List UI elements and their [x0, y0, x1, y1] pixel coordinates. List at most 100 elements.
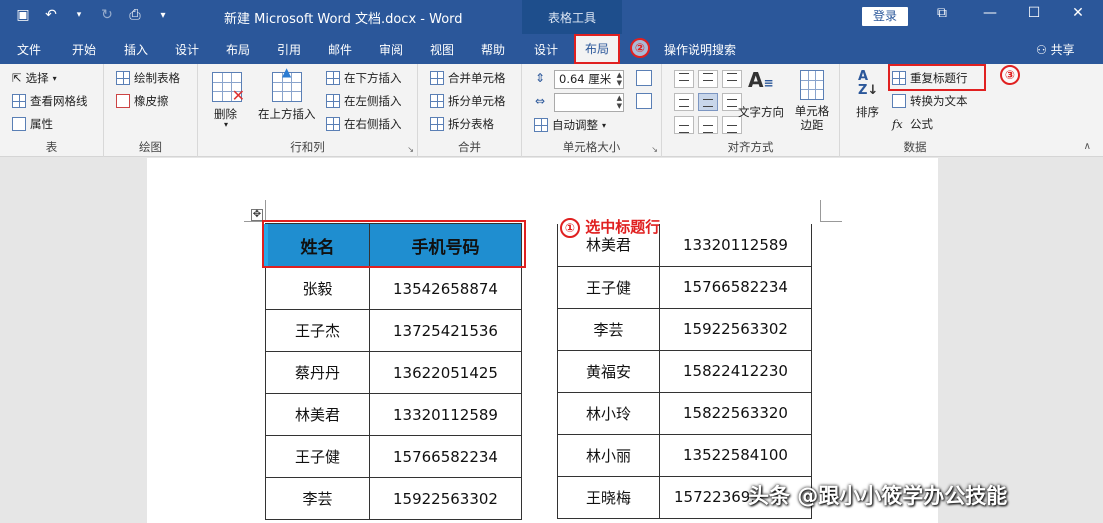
- login-button[interactable]: 登录: [862, 7, 908, 26]
- undo-dropdown-icon[interactable]: ▾: [70, 6, 88, 24]
- table-cell[interactable]: 15922563302: [369, 477, 522, 520]
- undo-icon[interactable]: ↶: [42, 6, 60, 24]
- align-bottom-left-icon[interactable]: [674, 116, 694, 134]
- insert-below-button[interactable]: 在下方插入: [326, 70, 402, 86]
- tab-review[interactable]: 审阅: [379, 41, 403, 58]
- select-button[interactable]: ⇱ 选择 ▾: [12, 70, 57, 86]
- text-direction-button[interactable]: 文字方向: [738, 104, 784, 120]
- spin-arrows-icon[interactable]: ▲ ▼: [617, 71, 622, 87]
- distribute-columns-icon[interactable]: [636, 93, 652, 109]
- insert-left-button[interactable]: 在左侧插入: [326, 93, 402, 109]
- table-cell[interactable]: 15922563302: [659, 307, 812, 351]
- table-cell[interactable]: 王晓梅: [557, 475, 660, 519]
- table-cell[interactable]: 张毅: [265, 267, 370, 310]
- table-row[interactable]: 王子健 15766582234: [265, 435, 522, 478]
- table-row[interactable]: 林小丽 13522584100: [557, 433, 812, 477]
- row-height-input[interactable]: 0.64 厘米 ▲ ▼: [554, 70, 624, 89]
- split-table-button[interactable]: 拆分表格: [430, 116, 494, 132]
- table-row[interactable]: 林美君 13320112589: [265, 393, 522, 436]
- table-cell[interactable]: 13622051425: [369, 351, 522, 394]
- dialog-launcher-icon[interactable]: ↘: [407, 145, 414, 154]
- share-button[interactable]: ⚇ 共享: [1036, 41, 1075, 58]
- align-bottom-center-icon[interactable]: [698, 116, 718, 134]
- delete-table-icon[interactable]: ✕: [212, 72, 245, 105]
- table-cell[interactable]: 李芸: [557, 307, 660, 351]
- cell-margins-icon[interactable]: [800, 70, 824, 100]
- table-cell[interactable]: 15822563320: [659, 391, 812, 435]
- eraser-button[interactable]: 橡皮擦: [116, 93, 169, 109]
- table-cell[interactable]: 林美君: [557, 224, 660, 267]
- tab-table-design[interactable]: 设计: [534, 41, 558, 58]
- formula-button[interactable]: fx 公式: [892, 116, 933, 132]
- align-top-center-icon[interactable]: [698, 70, 718, 88]
- table-cell[interactable]: 姓名: [265, 223, 370, 268]
- tell-me-search[interactable]: 操作说明搜索: [664, 41, 736, 58]
- table-move-handle-icon[interactable]: ✥: [251, 209, 263, 221]
- insert-above-button[interactable]: 在上方插入: [258, 106, 316, 122]
- delete-dropdown[interactable]: ▾: [224, 120, 228, 129]
- ribbon-display-icon[interactable]: ⧉: [930, 5, 954, 21]
- table-row[interactable]: 王子健 15766582234: [557, 265, 812, 309]
- table-cell[interactable]: 手机号码: [369, 223, 522, 268]
- table-cell[interactable]: 王子健: [265, 435, 370, 478]
- minimize-icon[interactable]: —: [978, 5, 1002, 21]
- table-cell[interactable]: 王子杰: [265, 309, 370, 352]
- table-row[interactable]: 王子杰 13725421536: [265, 309, 522, 352]
- table-header-row[interactable]: 姓名 手机号码: [265, 223, 522, 268]
- tab-design[interactable]: 设计: [175, 41, 199, 58]
- align-top-right-icon[interactable]: [722, 70, 742, 88]
- convert-to-text-button[interactable]: 转换为文本: [892, 93, 968, 109]
- align-top-left-icon[interactable]: [674, 70, 694, 88]
- column-width-input[interactable]: ▲ ▼: [554, 93, 624, 112]
- table-cell[interactable]: 13542658874: [369, 267, 522, 310]
- autofit-button[interactable]: 自动调整 ▾: [534, 117, 606, 133]
- tab-layout[interactable]: 布局: [226, 41, 250, 58]
- table-row[interactable]: 林美君 13320112589: [557, 224, 812, 267]
- table-cell[interactable]: 林小丽: [557, 433, 660, 477]
- table-cell[interactable]: 13522584100: [659, 433, 812, 477]
- table-cell[interactable]: 王子健: [557, 265, 660, 309]
- table-cell[interactable]: 蔡丹丹: [265, 351, 370, 394]
- table-cell[interactable]: 林小玲: [557, 391, 660, 435]
- align-center-left-icon[interactable]: [674, 93, 694, 111]
- save-icon[interactable]: ▣: [14, 6, 32, 24]
- insert-right-button[interactable]: 在右侧插入: [326, 116, 402, 132]
- table-row[interactable]: 李芸 15922563302: [265, 477, 522, 520]
- close-icon[interactable]: ✕: [1066, 5, 1090, 21]
- draw-table-button[interactable]: 绘制表格: [116, 70, 180, 86]
- sort-icon[interactable]: A Z↓: [858, 70, 878, 98]
- table-cell[interactable]: 15766582234: [659, 265, 812, 309]
- dialog-launcher-icon[interactable]: ↘: [651, 145, 658, 154]
- collapse-ribbon-icon[interactable]: ∧: [1084, 141, 1091, 152]
- view-gridlines-button[interactable]: 查看网格线: [12, 93, 88, 109]
- redo-icon[interactable]: ↻: [98, 6, 116, 24]
- tab-help[interactable]: 帮助: [481, 41, 505, 58]
- spin-arrows-icon[interactable]: ▲ ▼: [617, 94, 622, 110]
- table-row[interactable]: 李芸 15922563302: [557, 307, 812, 351]
- tab-table-layout[interactable]: 布局: [574, 34, 620, 64]
- table-row[interactable]: 蔡丹丹 13622051425: [265, 351, 522, 394]
- tab-mailings[interactable]: 邮件: [328, 41, 352, 58]
- distribute-rows-icon[interactable]: [636, 70, 652, 86]
- table-cell[interactable]: 13320112589: [369, 393, 522, 436]
- tab-home[interactable]: 开始: [72, 41, 96, 58]
- print-preview-icon[interactable]: ⎙: [126, 6, 144, 24]
- table-cell[interactable]: 15822412230: [659, 349, 812, 393]
- properties-button[interactable]: 属性: [12, 116, 53, 132]
- table-row[interactable]: 张毅 13542658874: [265, 267, 522, 310]
- table-cell[interactable]: 林美君: [265, 393, 370, 436]
- tab-references[interactable]: 引用: [277, 41, 301, 58]
- insert-above-icon[interactable]: ▲: [272, 65, 302, 102]
- customize-qat-icon[interactable]: ▾: [154, 6, 172, 24]
- table-cell[interactable]: 黄福安: [557, 349, 660, 393]
- text-direction-icon[interactable]: A≡: [748, 68, 774, 92]
- table-cell[interactable]: 15766582234: [369, 435, 522, 478]
- table-cell[interactable]: 李芸: [265, 477, 370, 520]
- table-row[interactable]: 林小玲 15822563320: [557, 391, 812, 435]
- cell-margins-button[interactable]: 单元格边距: [792, 104, 832, 132]
- table-cell[interactable]: 13725421536: [369, 309, 522, 352]
- split-cells-button[interactable]: 拆分单元格: [430, 93, 506, 109]
- align-center-icon[interactable]: [698, 93, 718, 111]
- merge-cells-button[interactable]: 合并单元格: [430, 70, 506, 86]
- table-cell[interactable]: 13320112589: [659, 224, 812, 267]
